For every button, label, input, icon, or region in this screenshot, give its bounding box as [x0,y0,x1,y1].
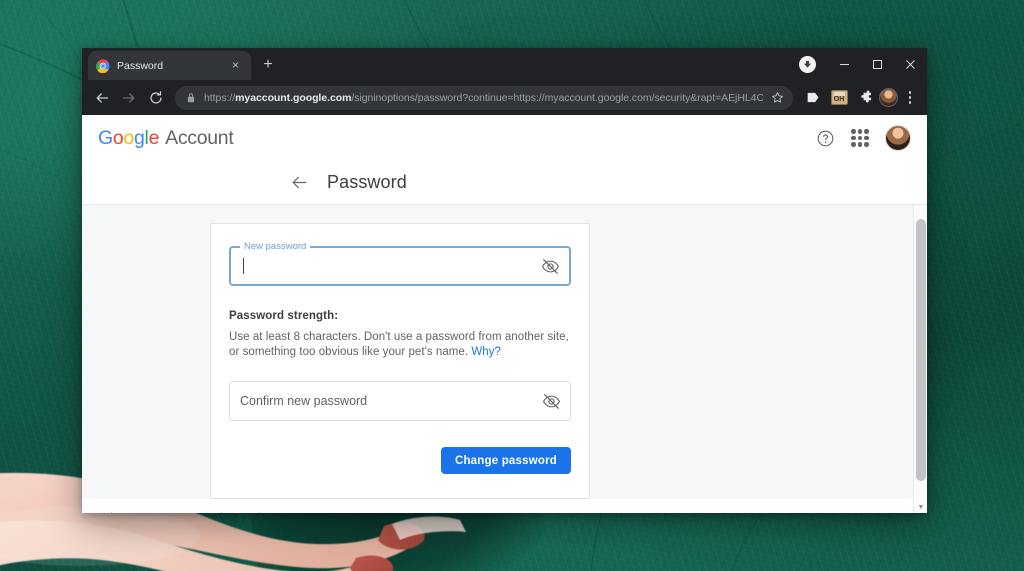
new-password-field[interactable]: New password [229,241,571,286]
url-path: /signinoptions/password?continue=https:/… [351,91,763,104]
extensions-puzzle-icon[interactable] [853,86,877,110]
forward-button[interactable] [116,85,141,110]
address-bar-url: https://myaccount.google.com/signinoptio… [204,92,763,104]
page-content: New password Password strength: Use at l… [82,205,927,513]
google-account-header: Google Account [82,115,927,161]
bookmark-manager-icon[interactable] [801,86,825,110]
logo-letter-g-blue: G [98,126,113,149]
address-bar[interactable]: https://myaccount.google.com/signinoptio… [175,85,793,110]
browser-tab[interactable]: Password × [88,51,251,80]
three-dot-menu-icon[interactable] [900,86,920,110]
browser-profile-avatar[interactable] [879,88,898,107]
url-host: myaccount.google.com [235,91,352,104]
extension-badge-label: OH [833,96,845,103]
arrow-back-icon[interactable] [290,173,309,192]
password-strength-info: Password strength: Use at least 8 charac… [229,308,571,360]
password-strength-description: Use at least 8 characters. Don't use a p… [229,330,571,360]
footer-link-privacy[interactable]: Privacy [100,511,134,513]
update-available-icon[interactable] [799,55,816,73]
footer-link-about[interactable]: About [251,511,278,513]
help-circle-icon[interactable] [816,129,835,148]
visibility-off-icon[interactable] [539,255,561,277]
maximize-button[interactable] [861,48,894,80]
logo-letter-g-blue2: g [133,126,145,149]
form-actions: Change password [229,447,571,474]
new-password-input[interactable] [244,248,539,284]
footer-link-terms[interactable]: Terms [156,511,185,513]
account-avatar[interactable] [885,125,911,151]
confirm-password-placeholder: Confirm new password [240,394,368,408]
logo-letter-o-red: o [112,126,124,149]
chrome-browser-window: Password × + https://myaccount.google.co… [82,48,927,513]
footer-link-help[interactable]: Help [207,511,229,513]
scrollbar-thumb[interactable] [916,219,926,481]
page-title: Password [327,172,407,192]
change-password-button[interactable]: Change password [440,447,571,474]
browser-tab-title: Password [117,59,164,72]
new-password-label: New password [240,241,311,253]
back-button[interactable] [89,85,114,110]
chrome-favicon-icon [96,59,110,73]
logo-letter-e-red: e [148,126,160,149]
password-strength-text: Use at least 8 characters. Don't use a p… [229,331,569,358]
lock-icon [186,92,196,103]
google-apps-grid-icon[interactable] [851,129,869,147]
password-strength-title: Password strength: [229,310,339,322]
new-tab-button[interactable]: + [255,52,281,78]
extension-badge: OH [830,90,848,105]
scrollbar-down-arrow[interactable]: ▼ [914,504,927,511]
password-page-subheader: Password [82,161,927,205]
window-controls [799,48,927,80]
desktop-wallpaper: Password × + https://myaccount.google.co… [0,0,1024,571]
page-viewport: Changing your password will sign you out… [82,115,927,513]
logo-letter-o-yellow: o [123,126,134,149]
why-link[interactable]: Why? [471,346,501,358]
reload-button[interactable] [143,85,168,110]
page-footer: Privacy Terms Help About [82,499,927,513]
extension-icon[interactable]: OH [827,86,851,110]
google-account-logo[interactable]: Google Account [98,126,234,150]
close-window-button[interactable] [894,48,927,80]
close-tab-icon[interactable]: × [228,58,243,73]
minimize-button[interactable] [828,48,861,80]
visibility-off-icon-confirm[interactable] [540,390,562,412]
browser-toolbar: https://myaccount.google.com/signinoptio… [82,80,927,115]
google-account-header-actions [816,125,911,151]
confirm-password-field[interactable]: Confirm new password [229,381,571,421]
password-form-card: New password Password strength: Use at l… [210,223,590,499]
page-scrollbar[interactable]: ▼ [913,205,927,513]
url-scheme: https:// [204,91,236,104]
logo-suffix-account: Account [165,126,234,149]
star-icon[interactable] [771,91,784,104]
browser-tab-strip: Password × + [82,48,927,80]
